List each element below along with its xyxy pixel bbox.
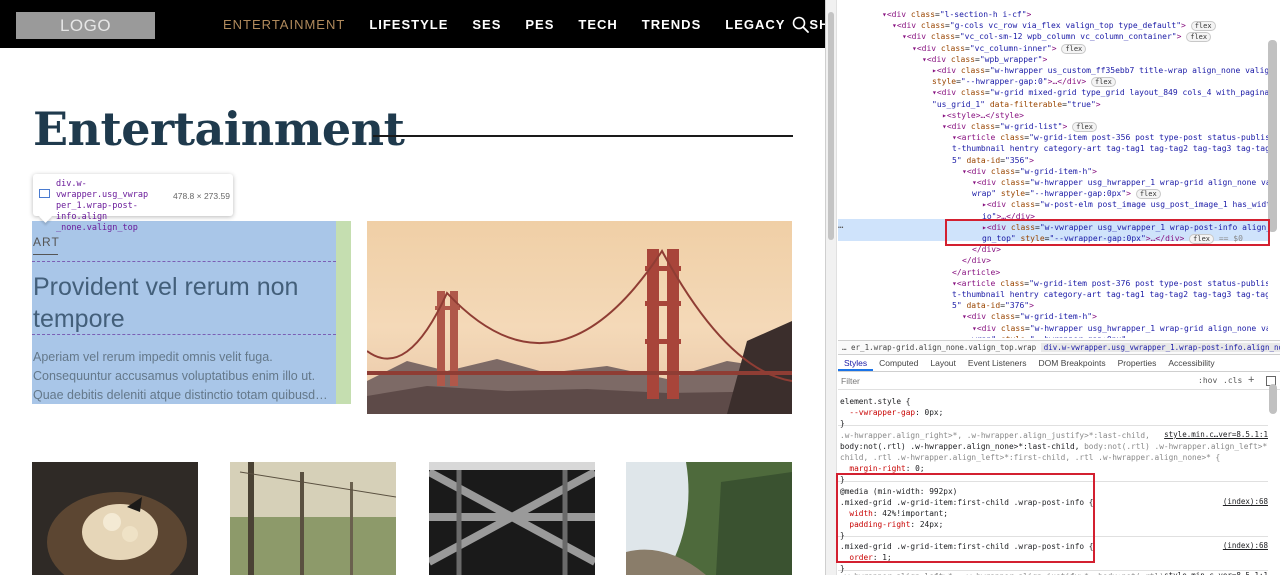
annotation-highlight-css-rules xyxy=(836,473,1095,563)
main-nav: ENTERTAINMENT LIFESTYLE SES PES TECH TRE… xyxy=(223,0,825,48)
dom-node-line[interactable]: ▾<article class="w-grid-item post-356 po… xyxy=(952,132,1268,143)
thumbnail-dessert[interactable] xyxy=(32,462,198,575)
dom-node-line[interactable]: ▸<div class="w-hwrapper us_custom_ff35eb… xyxy=(932,65,1268,76)
css-rule-line[interactable]: child, .rtl .w-hwrapper.align_left>*:fir… xyxy=(840,452,1220,463)
dom-node-line[interactable]: ▾<div class="vc_column-inner"> flex xyxy=(912,43,1087,54)
tab-dom-breakpoints[interactable]: DOM Breakpoints xyxy=(1033,355,1112,371)
dom-node-line[interactable]: ▾<div class="g-cols vc_row via_flex vali… xyxy=(892,20,1216,32)
nav-item-tech[interactable]: TECH xyxy=(578,17,617,32)
inspect-tooltip: div.w-vwrapper.usg_vwrap per_1.wrap-post… xyxy=(33,174,233,233)
element-breadcrumb[interactable]: … er_1.wrap-grid.align_none.valign_top.w… xyxy=(838,340,1280,354)
excerpt-line: Consequuntur accusamus voluptatibus enim… xyxy=(33,369,316,383)
nav-item-trends[interactable]: TRENDS xyxy=(642,17,701,32)
nav-item-legacy[interactable]: LEGACY xyxy=(725,17,785,32)
dom-node-line[interactable]: 5" data-id="376"> xyxy=(952,300,1034,311)
excerpt-line: Aperiam vel rerum impedit omnis velit fu… xyxy=(33,350,273,364)
new-rule-button[interactable]: + xyxy=(1248,374,1254,386)
annotation-highlight-dom-node xyxy=(945,219,1270,246)
dom-tree-scrollbar[interactable] xyxy=(1268,40,1277,232)
search-icon[interactable] xyxy=(792,16,809,33)
dom-node-line[interactable]: ▾<div class="w-grid-item-h"> xyxy=(962,311,1097,322)
excerpt-line: Quae debitis deleniti atque distinctio t… xyxy=(33,388,333,402)
css-rule-line[interactable]: .w-hwrapper.align_left>*, .w-hwrapper.al… xyxy=(840,571,1164,575)
hover-state-toggle[interactable]: :hov xyxy=(1198,376,1217,385)
tab-computed[interactable]: Computed xyxy=(873,355,924,371)
css-source-link[interactable]: (index):68 xyxy=(1223,497,1268,506)
dom-node-line[interactable]: style="--hwrapper-gap:0">…</div> flex xyxy=(932,76,1116,88)
element-icon xyxy=(39,189,50,198)
tooltip-selector: div.w-vwrapper.usg_vwrap per_1.wrap-post… xyxy=(56,179,149,233)
class-toggle[interactable]: .cls xyxy=(1223,376,1242,385)
breadcrumb-prefix[interactable]: … er_1.wrap-grid.align_none.valign_top.w… xyxy=(842,343,1036,352)
dom-node-line[interactable]: wrap" style="--hwrapper-gap:0px" xyxy=(972,334,1126,338)
dom-node-line[interactable]: ▾<article class="w-grid-item post-376 po… xyxy=(952,278,1268,289)
css-rule-line[interactable]: } xyxy=(840,418,845,429)
dom-node-line[interactable]: t-thumbnail hentry category-art tag-tag1… xyxy=(952,289,1268,300)
post-category[interactable]: ART xyxy=(33,235,60,249)
padding-highlight xyxy=(336,221,351,404)
thumbnail-steel-structure[interactable] xyxy=(429,462,595,575)
tooltip-size: 478.8 × 273.59 xyxy=(173,191,230,201)
css-rule-line[interactable]: .w-hwrapper.align_right>*, .w-hwrapper.a… xyxy=(840,430,1150,441)
dom-node-line[interactable]: ▸<div class="w-post-elm post_image usg_p… xyxy=(982,199,1268,210)
dom-node-line[interactable]: ▾<div class="l-section-h i-cf"> xyxy=(882,9,1031,20)
rule-separator xyxy=(838,425,1268,426)
css-source-link[interactable]: style.min.c…ver=8.5.1:1 xyxy=(1164,430,1268,439)
css-rule-line[interactable]: element.style { xyxy=(840,396,910,407)
nav-item-ses[interactable]: SES xyxy=(472,17,501,32)
styles-scrollbar[interactable] xyxy=(1269,384,1277,414)
devtools-subtabs: Styles Computed Layout Event Listeners D… xyxy=(838,354,1280,372)
website-viewport: LOGO ENTERTAINMENT LIFESTYLE SES PES TEC… xyxy=(0,0,825,575)
site-logo[interactable]: LOGO xyxy=(16,12,155,39)
screen: LOGO ENTERTAINMENT LIFESTYLE SES PES TEC… xyxy=(0,0,1280,575)
styles-filter-bar: Filter :hov .cls + xyxy=(838,373,1280,390)
thumbnail-railway[interactable] xyxy=(230,462,396,575)
dom-node-line[interactable]: ▾<div class="w-hwrapper usg_hwrapper_1 w… xyxy=(972,323,1268,334)
dom-node-line[interactable]: ▾<div class="w-grid mixed-grid type_grid… xyxy=(932,87,1268,98)
post-excerpt: Aperiam vel rerum impedit omnis velit fu… xyxy=(33,348,333,405)
highlight-guide-line xyxy=(32,261,336,262)
thumbnail-cliff[interactable] xyxy=(626,462,792,575)
dom-node-line[interactable]: </article> xyxy=(952,267,1000,278)
tab-styles[interactable]: Styles xyxy=(838,355,874,371)
dom-node-line[interactable]: 5" data-id="356"> xyxy=(952,155,1034,166)
dom-node-line[interactable]: ▾<div class="wpb_wrapper"> xyxy=(922,54,1047,65)
dom-node-line[interactable]: ▸<style>…</style> xyxy=(942,110,1024,121)
dom-tree[interactable]: ▾<div class="l-section-h i-cf"> ▾<div cla… xyxy=(838,0,1268,338)
nav-item-lifestyle[interactable]: LIFESTYLE xyxy=(369,17,448,32)
dom-node-line[interactable]: </div> xyxy=(962,255,991,266)
nav-item-pes[interactable]: PES xyxy=(525,17,554,32)
page-scrollbar-thumb[interactable] xyxy=(828,12,834,240)
dom-node-line[interactable]: ▾<div class="w-grid-list"> flex xyxy=(942,121,1097,132)
css-rule-line[interactable]: --vwrapper-gap: 0px; xyxy=(840,407,943,418)
dom-node-line[interactable]: ▾<div class="w-grid-item-h"> xyxy=(962,166,1097,177)
tab-accessibility[interactable]: Accessibility xyxy=(1162,355,1220,371)
dom-node-line[interactable]: t-thumbnail hentry category-art tag-tag1… xyxy=(952,143,1268,154)
tab-properties[interactable]: Properties xyxy=(1112,355,1163,371)
tab-layout[interactable]: Layout xyxy=(924,355,962,371)
category-underline xyxy=(33,254,58,255)
dom-node-line[interactable]: "us_grid_1" data-filterable="true"> xyxy=(932,99,1101,110)
dom-node-line[interactable]: ▾<div class="w-hwrapper usg_hwrapper_1 w… xyxy=(972,177,1268,188)
nav-item-entertainment[interactable]: ENTERTAINMENT xyxy=(223,17,345,32)
dom-node-line[interactable]: ▾<div class="vc_col-sm-12 wpb_column vc_… xyxy=(902,31,1212,43)
css-rule-line[interactable]: body:not(.rtl) .w-hwrapper.align_none>*:… xyxy=(840,441,1268,452)
css-source-link[interactable]: (index):68 xyxy=(1223,541,1268,550)
site-header: LOGO ENTERTAINMENT LIFESTYLE SES PES TEC… xyxy=(0,0,825,48)
css-source-link[interactable]: style.min.c…ver=8.5.1:1 xyxy=(1164,571,1268,575)
dom-node-line[interactable]: wrap" style="--hwrapper-gap:0px"> flex xyxy=(972,188,1161,200)
page-title: Entertainment xyxy=(33,102,405,156)
nav-item-shop[interactable]: SHOP xyxy=(809,17,825,32)
post-title[interactable]: Provident vel rerum non tempore xyxy=(33,271,333,335)
styles-filter-input[interactable]: Filter xyxy=(841,376,1141,387)
featured-image-bridge[interactable] xyxy=(367,221,792,414)
title-divider xyxy=(373,135,793,137)
tab-event-listeners[interactable]: Event Listeners xyxy=(962,355,1033,371)
breadcrumb-active[interactable]: div.w-vwrapper.usg_vwrapper_1.wrap-post-… xyxy=(1040,343,1280,352)
